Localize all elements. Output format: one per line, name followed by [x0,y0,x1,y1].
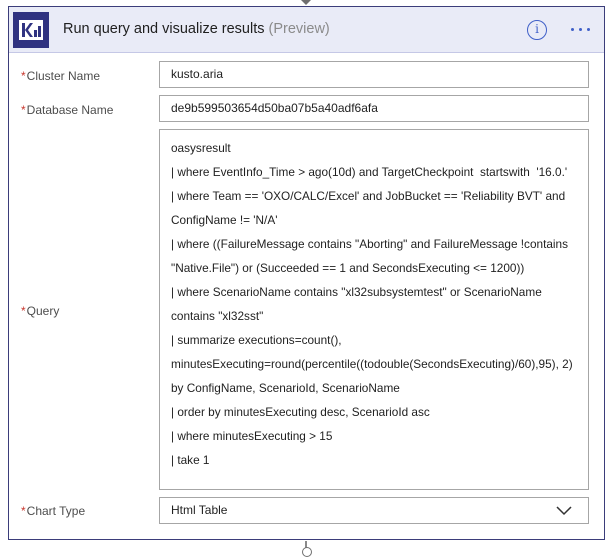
query-line: by ConfigName, ScenarioId, ScenarioName [171,381,400,395]
query-line: contains "xl32sst" [171,309,264,323]
database-name-value: de9b599503654d50ba07b5a40adf6afa [171,101,378,115]
chart-type-value: Html Table [171,503,228,517]
query-line: "Native.File") or (Succeeded == 1 and Se… [171,261,525,275]
kusto-logo-icon [13,12,49,48]
cluster-name-value: kusto.aria [171,67,224,81]
required-mark: * [21,304,26,318]
database-name-label: *Database Name [21,103,113,117]
query-line: | order by minutesExecuting desc, Scenar… [171,405,430,419]
query-textarea[interactable]: oasysresult | where EventInfo_Time > ago… [159,129,589,490]
query-line: minutesExecuting=round(percentile((todou… [171,357,573,371]
query-label: *Query [21,304,59,318]
cluster-name-label-text: Cluster Name [26,69,101,83]
chart-type-select[interactable]: Html Table [159,497,589,524]
required-mark: * [21,69,26,83]
info-icon[interactable]: i [527,20,547,40]
query-line: | where minutesExecuting > 15 [171,429,333,443]
query-line: oasysresult [171,141,231,155]
add-step-handle[interactable] [302,547,312,557]
query-line: | where Team == 'OXO/CALC/Excel' and Job… [171,189,566,203]
query-line: | where ((FailureMessage contains "Abort… [171,237,568,251]
query-line: | summarize executions=count(), [171,333,342,347]
card-header[interactable]: Run query and visualize results (Preview… [9,7,604,53]
chart-type-label: *Chart Type [21,504,85,518]
database-name-input[interactable]: de9b599503654d50ba07b5a40adf6afa [159,95,589,122]
more-options-icon[interactable] [569,19,593,39]
required-mark: * [21,103,26,117]
card-title-text: Run query and visualize results [63,21,265,37]
preview-tag: (Preview) [268,21,330,37]
cluster-name-label: *Cluster Name [21,69,100,83]
required-mark: * [21,504,26,518]
query-line: | where EventInfo_Time > ago(10d) and Ta… [171,165,568,179]
chart-type-label-text: Chart Type [26,504,86,518]
query-line: | where ScenarioName contains "xl32subsy… [171,285,542,299]
query-label-text: Query [26,304,60,318]
flow-arrow-icon [301,0,311,5]
chevron-down-icon[interactable] [556,503,572,517]
query-line: | take 1 [171,453,210,467]
cluster-name-input[interactable]: kusto.aria [159,61,589,88]
database-name-label-text: Database Name [26,103,114,117]
action-card: Run query and visualize results (Preview… [8,6,605,540]
query-line: ConfigName != 'N/A' [171,213,278,227]
card-title: Run query and visualize results (Preview… [63,21,330,37]
